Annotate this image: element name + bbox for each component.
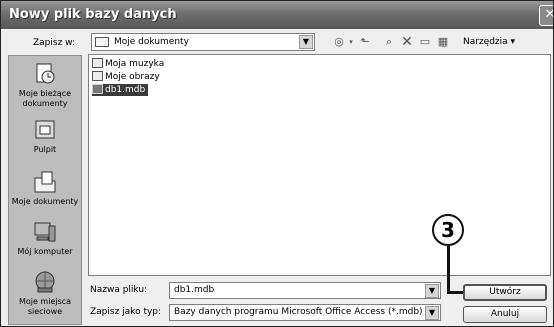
dialog-title: Nowy plik bazy danych (9, 7, 177, 22)
title-bar: Nowy plik bazy danych ✕ (1, 1, 553, 29)
filetype-select[interactable]: Bazy danych programu Microsoft Office Ac… (169, 304, 441, 321)
cancel-button[interactable]: Anuluj (463, 306, 547, 323)
my-computer-icon (34, 222, 56, 242)
database-file-icon (92, 84, 103, 94)
back-icon[interactable]: ◎ (331, 34, 347, 50)
filetype-label: Zapisz jako typ: (90, 307, 162, 317)
callout-line (447, 246, 450, 294)
filename-value: db1.mdb (174, 285, 215, 295)
list-item-selected[interactable]: db1.mdb (92, 84, 149, 96)
views-icon[interactable]: ▦ (435, 34, 451, 50)
search-web-icon[interactable]: ⌕ (381, 34, 397, 50)
chevron-down-icon[interactable]: ▼ (425, 284, 439, 298)
up-folder-icon[interactable]: ⬑ (357, 34, 373, 50)
folder-icon (92, 58, 103, 68)
new-database-dialog: Nowy plik bazy danych ✕ Zapisz w: Moje d… (0, 0, 554, 327)
filename-label: Nazwa pliku: (90, 285, 148, 295)
desktop-icon (35, 120, 55, 139)
filetype-value: Bazy danych programu Microsoft Office Ac… (174, 307, 423, 317)
network-places-icon (35, 271, 55, 293)
callout-line (447, 291, 463, 294)
file-list[interactable]: Moja muzyka Moje obrazy db1.mdb (88, 54, 551, 276)
folder-icon (95, 37, 109, 47)
list-item[interactable]: Moja muzyka (92, 58, 164, 70)
folder-icon (92, 71, 103, 81)
callout-marker: 3 (432, 214, 464, 246)
place-recent-documents[interactable]: Moje bieżące dokumenty (9, 62, 81, 109)
place-my-documents[interactable]: Moje dokumenty (9, 170, 81, 207)
save-in-value: Moje dokumenty (114, 37, 189, 47)
my-documents-icon (34, 171, 56, 193)
save-in-label: Zapisz w: (33, 38, 76, 48)
create-button[interactable]: Utwórz (463, 284, 547, 301)
place-desktop[interactable]: Pulpit (9, 118, 81, 155)
chevron-down-icon[interactable]: ▼ (299, 35, 313, 49)
list-item[interactable]: Moje obrazy (92, 71, 160, 83)
new-folder-icon[interactable]: ▭ (417, 34, 433, 50)
delete-icon[interactable]: ✕ (399, 34, 415, 50)
place-my-computer[interactable]: Mój komputer (9, 220, 81, 257)
place-network[interactable]: Moje miejsca sieciowe (9, 270, 81, 317)
places-bar: Moje bieżące dokumenty Pulpit Moje dokum… (8, 55, 82, 325)
recent-documents-icon (36, 63, 55, 84)
save-in-dropdown[interactable]: Moje dokumenty ▼ (91, 33, 315, 51)
filename-field[interactable]: db1.mdb ▼ (169, 282, 441, 299)
tools-menu[interactable]: Narzędzia ▾ (463, 37, 515, 47)
close-icon[interactable]: ✕ (539, 5, 553, 26)
chevron-down-icon[interactable]: ▼ (425, 306, 439, 320)
back-menu-icon[interactable]: ▾ (347, 34, 355, 50)
